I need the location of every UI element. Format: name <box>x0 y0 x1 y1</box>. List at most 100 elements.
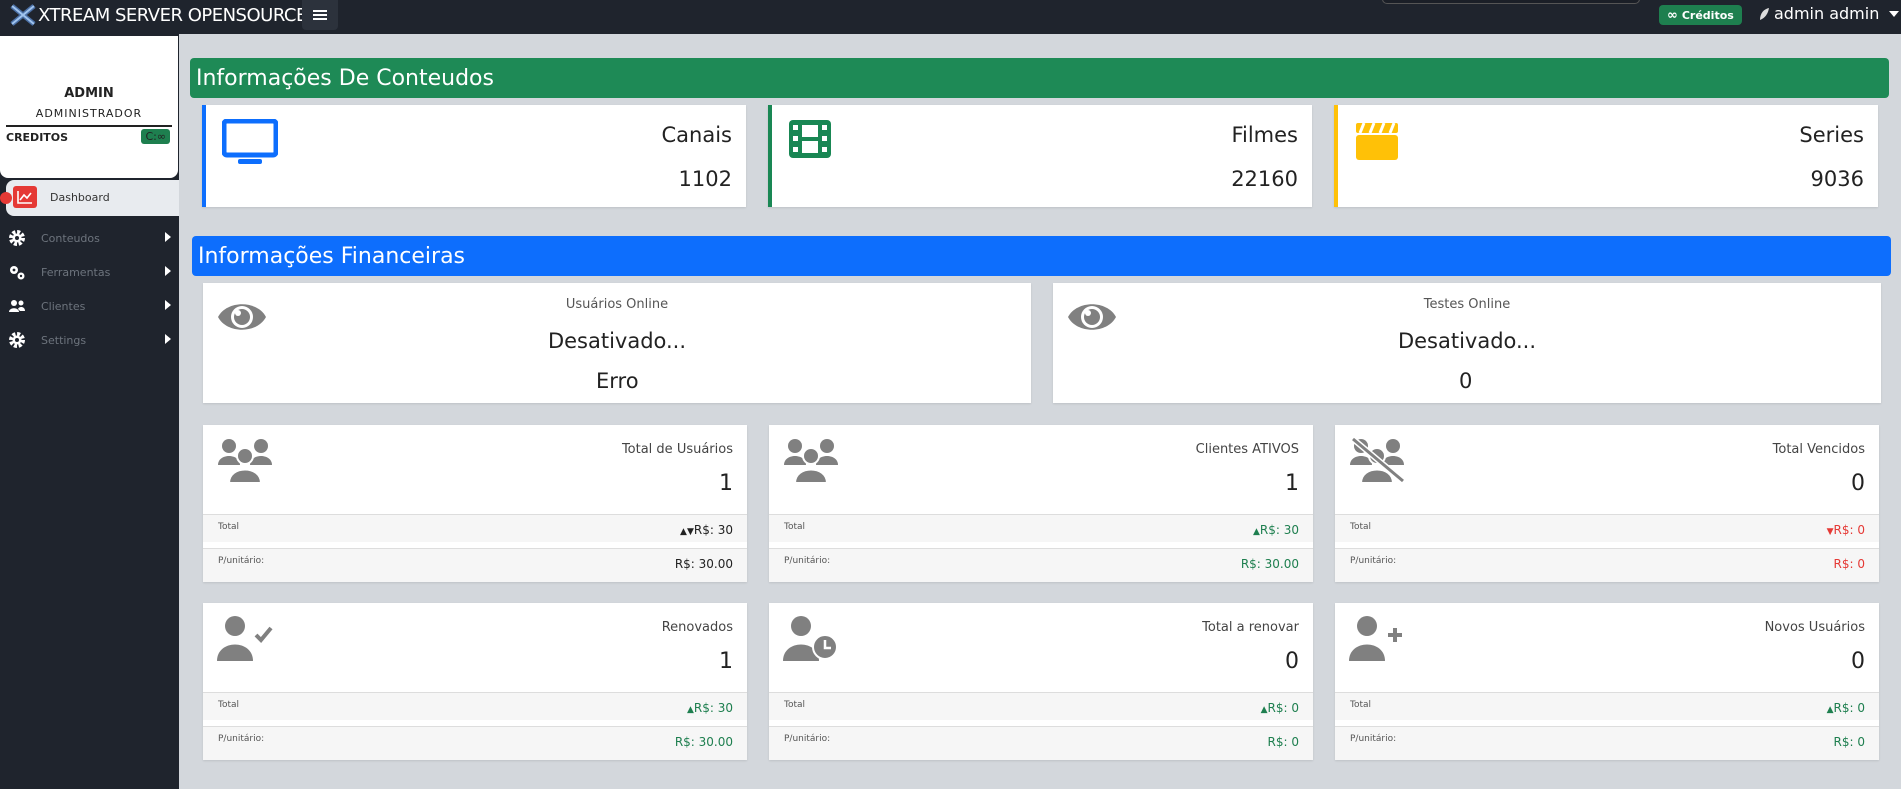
metric-total-row: Total ▲R$: 0 <box>1335 692 1879 720</box>
metric-value: 1 <box>719 649 733 674</box>
metric-card-total-a-renovar: Total a renovar 0 Total ▲R$: 0 P/unitári… <box>769 603 1313 760</box>
sidebar-item-clientes[interactable]: Clientes <box>0 289 179 323</box>
profile-card: ADMIN ADMINISTRADOR CREDITOS C:∞ <box>0 36 178 178</box>
unit-value: R$: 30.00 <box>674 557 733 571</box>
unit-value: R$: 30.00 <box>674 735 733 749</box>
unit-label: P/unitário: <box>1350 734 1397 744</box>
unit-value: R$: 0 <box>1267 735 1299 749</box>
chart-line-icon <box>13 186 37 208</box>
metric-value: 0 <box>1851 471 1865 496</box>
users-slash-icon <box>1349 436 1405 487</box>
caret-right-icon <box>165 334 171 344</box>
caret-up-icon: ▲ <box>1252 527 1260 537</box>
search-input[interactable] <box>1382 0 1640 4</box>
online-label: Testes Online <box>1423 297 1511 312</box>
gears-icon <box>8 263 26 281</box>
sidebar-item-ferramentas[interactable]: Ferramentas <box>0 255 179 289</box>
total-value: R$: 30 <box>693 523 733 537</box>
card-value: 9036 <box>1810 167 1864 191</box>
creditos-badge[interactable]: ∞ Créditos <box>1659 5 1742 25</box>
metric-title: Total a renovar <box>1202 620 1299 635</box>
metric-total-row: Total ▲R$: 30 <box>203 692 747 720</box>
total-label: Total <box>218 700 240 710</box>
sidebar-item-settings[interactable]: Settings <box>0 323 179 357</box>
total-value: R$: 0 <box>1833 701 1865 715</box>
caret-up-icon: ▲ <box>686 705 694 715</box>
profile-role: ADMINISTRADOR <box>35 107 143 120</box>
infinity-icon: ∞ <box>1667 7 1678 23</box>
unit-label: P/unitário: <box>218 556 265 566</box>
total-value: R$: 30 <box>1259 523 1299 537</box>
users-group-icon <box>217 437 273 487</box>
metric-total-row: Total ▲R$: 30 <box>769 514 1313 542</box>
caret-down-icon <box>1889 10 1900 17</box>
total-value-wrap: ▲▼R$: 30 <box>680 523 733 537</box>
card-title: Filmes <box>1231 123 1298 147</box>
unit-value: R$: 0 <box>1833 557 1865 571</box>
credits-label: CREDITOS <box>6 131 69 144</box>
sidebar-item-conteudos[interactable]: Conteudos <box>0 221 179 255</box>
gear-icon <box>8 331 26 349</box>
profile-name: ADMIN <box>64 86 114 101</box>
sidebar-item-dashboard[interactable]: Dashboard <box>0 180 179 216</box>
total-value: R$: 0 <box>1833 523 1865 537</box>
sidebar-item-label: Settings <box>41 334 87 347</box>
unit-label: P/unitário: <box>218 734 265 744</box>
film-icon <box>788 119 832 163</box>
user-clock-icon <box>783 615 839 665</box>
metric-title: Total de Usuários <box>621 442 733 457</box>
caret-down-icon: ▼ <box>1826 527 1834 537</box>
metric-card-renovados: Renovados 1 Total ▲R$: 30 P/unitário: R$… <box>203 603 747 760</box>
content-section-header: Informações De Conteudos <box>190 58 1889 98</box>
profile-divider <box>6 125 172 127</box>
card-title: Series <box>1799 123 1864 147</box>
unit-label: P/unitário: <box>784 734 831 744</box>
user-plus-icon <box>1349 615 1405 665</box>
credits-value: C:∞ <box>141 129 170 144</box>
gear-icon <box>8 229 26 247</box>
caret-right-icon <box>165 266 171 276</box>
total-value-wrap: ▲R$: 0 <box>1827 701 1865 715</box>
metric-value: 0 <box>1285 649 1299 674</box>
metric-total-row: Total ▲▼R$: 30 <box>203 514 747 542</box>
creditos-label: Créditos <box>1681 8 1734 22</box>
user-menu[interactable]: admin admin <box>1758 4 1900 23</box>
metric-card-total-usuarios: Total de Usuários 1 Total ▲▼R$: 30 P/uni… <box>203 425 747 582</box>
canais-card: Canais 1102 <box>202 105 746 207</box>
metric-unit-row: P/unitário: R$: 30.00 <box>769 548 1313 582</box>
caret-up-icon: ▲ <box>1260 705 1268 715</box>
sidebar-item-label: Dashboard <box>50 191 110 204</box>
series-card: Series 9036 <box>1334 105 1878 207</box>
total-value: R$: 30 <box>693 701 733 715</box>
testes-online-card: Testes Online Desativado... 0 <box>1053 283 1881 403</box>
active-indicator <box>0 192 12 204</box>
metric-unit-row: P/unitário: R$: 0 <box>1335 726 1879 760</box>
metric-card-total-vencidos: Total Vencidos 0 Total ▼R$: 0 P/unitário… <box>1335 425 1879 582</box>
unit-value: R$: 0 <box>1833 735 1865 749</box>
finance-section-header: Informações Financeiras <box>192 236 1891 276</box>
metric-title: Clientes ATIVOS <box>1195 442 1299 457</box>
menu-toggle-button[interactable] <box>302 0 338 30</box>
brand[interactable]: XTREAM SERVER OPENSOURCE <box>10 4 307 26</box>
total-value-wrap: ▲R$: 30 <box>687 701 733 715</box>
metric-unit-row: P/unitário: R$: 30.00 <box>203 548 747 582</box>
top-navbar: XTREAM SERVER OPENSOURCE ∞ Créditos admi… <box>0 0 1901 34</box>
total-label: Total <box>218 522 240 532</box>
metric-unit-row: P/unitário: R$: 30.00 <box>203 726 747 760</box>
clapperboard-icon <box>1354 119 1400 165</box>
caret-right-icon <box>165 300 171 310</box>
filmes-card: Filmes 22160 <box>768 105 1312 207</box>
card-title: Canais <box>661 123 733 147</box>
total-value-wrap: ▲R$: 0 <box>1261 701 1299 715</box>
tv-icon <box>221 118 279 169</box>
sidebar: ADMIN ADMINISTRADOR CREDITOS C:∞ Dashboa… <box>0 34 179 789</box>
caret-updown-icon: ▲▼ <box>680 527 694 537</box>
metric-card-novos-usuarios: Novos Usuários 0 Total ▲R$: 0 P/unitário… <box>1335 603 1879 760</box>
metric-title: Renovados <box>661 620 733 635</box>
hamburger-icon <box>313 10 327 20</box>
metric-total-row: Total ▼R$: 0 <box>1335 514 1879 542</box>
unit-label: P/unitário: <box>784 556 831 566</box>
sidebar-item-label: Conteudos <box>41 232 100 245</box>
unit-value: R$: 30.00 <box>1240 557 1299 571</box>
metric-title: Novos Usuários <box>1764 620 1865 635</box>
